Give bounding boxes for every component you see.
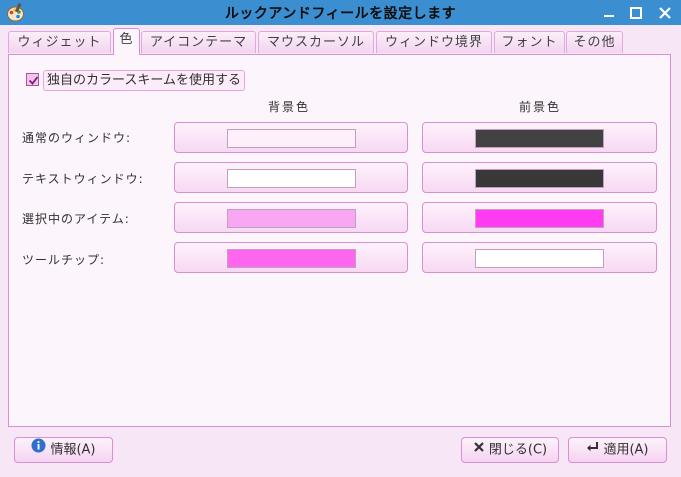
- custom-scheme-label[interactable]: 独自のカラースキームを使用する: [43, 70, 245, 91]
- apply-button[interactable]: 適用(A): [568, 437, 667, 463]
- minimize-icon[interactable]: [600, 4, 618, 22]
- color-swatch: [227, 249, 356, 268]
- text-window-bg-button[interactable]: [174, 162, 408, 193]
- info-icon: [31, 438, 46, 462]
- tooltip-fg-button[interactable]: [422, 242, 657, 273]
- color-swatch: [227, 169, 356, 188]
- tab-label: フォント: [501, 35, 558, 50]
- tab-window-border[interactable]: ウィンドウ境界: [376, 31, 492, 53]
- custom-scheme-checkbox[interactable]: [26, 73, 39, 86]
- foreground-column-header: 前景色: [519, 100, 562, 114]
- about-button[interactable]: 情報(A): [14, 437, 113, 463]
- close-button-label: 閉じる(C): [488, 442, 548, 458]
- tab-label: その他: [573, 35, 616, 50]
- tab-other[interactable]: その他: [566, 31, 623, 53]
- close-icon[interactable]: [656, 4, 674, 22]
- color-swatch: [227, 129, 356, 148]
- maximize-icon[interactable]: [627, 4, 645, 22]
- selected-item-bg-button[interactable]: [174, 202, 408, 233]
- about-button-label: 情報(A): [50, 442, 96, 458]
- close-x-icon: [473, 438, 485, 462]
- tab-label: 色: [119, 32, 134, 47]
- window-title: ルックアンドフィールを設定します: [224, 6, 457, 22]
- close-button[interactable]: 閉じる(C): [461, 437, 559, 463]
- tab-label: マウスカーソル: [266, 35, 365, 50]
- color-swatch: [227, 209, 356, 228]
- normal-window-fg-button[interactable]: [422, 122, 657, 153]
- enter-arrow-icon: [586, 438, 599, 462]
- color-swatch: [475, 129, 604, 148]
- text-window-fg-button[interactable]: [422, 162, 657, 193]
- tooltip-label: ツールチップ:: [22, 253, 106, 267]
- tab-font[interactable]: フォント: [494, 31, 565, 53]
- title-bar[interactable]: ルックアンドフィールを設定します: [0, 0, 681, 25]
- color-swatch: [475, 249, 604, 268]
- color-swatch: [475, 169, 604, 188]
- tab-label: ウィジェット: [17, 35, 102, 50]
- tab-mouse-cursor[interactable]: マウスカーソル: [258, 31, 374, 53]
- normal-window-label: 通常のウィンドウ:: [22, 131, 132, 145]
- text-window-label: テキストウィンドウ:: [22, 172, 144, 186]
- apply-button-label: 適用(A): [603, 442, 649, 458]
- normal-window-bg-button[interactable]: [174, 122, 408, 153]
- color-swatch: [475, 209, 604, 228]
- tab-label: アイコンテーマ: [149, 35, 248, 50]
- tab-color[interactable]: 色: [113, 28, 140, 55]
- selected-item-label: 選択中のアイテム:: [22, 212, 130, 226]
- color-settings-panel: [8, 54, 671, 427]
- selected-item-fg-button[interactable]: [422, 202, 657, 233]
- tooltip-bg-button[interactable]: [174, 242, 408, 273]
- tab-widget[interactable]: ウィジェット: [8, 31, 111, 53]
- background-column-header: 背景色: [268, 100, 311, 114]
- tab-label: ウィンドウ境界: [384, 35, 483, 50]
- tab-icon-theme[interactable]: アイコンテーマ: [141, 31, 256, 53]
